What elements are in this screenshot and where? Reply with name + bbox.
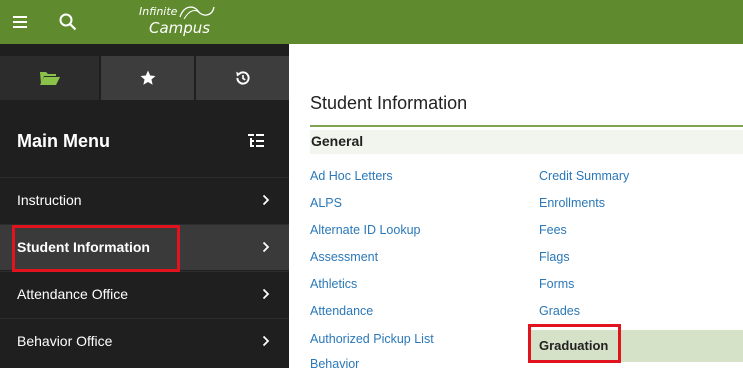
graduation-label: Graduation [539, 338, 609, 353]
tab-history[interactable] [196, 56, 289, 100]
chevron-right-icon [262, 288, 270, 300]
list-tree-icon[interactable] [248, 134, 264, 153]
link-forms[interactable]: Forms [539, 277, 574, 291]
link-ad-hoc-letters[interactable]: Ad Hoc Letters [310, 169, 393, 183]
sidebar-item-student-information[interactable]: Student Information [0, 224, 289, 270]
sidebar-item-label: Behavior Office [17, 333, 113, 349]
top-bar: Infinite Campus [0, 0, 743, 44]
link-graduation[interactable]: Graduation [528, 330, 743, 362]
search-icon [59, 13, 77, 31]
link-assessment[interactable]: Assessment [310, 250, 378, 264]
tab-main-menu[interactable] [0, 56, 99, 100]
logo-text-campus: Campus [149, 19, 211, 37]
link-behavior[interactable]: Behavior [310, 357, 359, 368]
link-credit-summary[interactable]: Credit Summary [539, 169, 629, 183]
link-authorized-pickup-list[interactable]: Authorized Pickup List [310, 332, 434, 346]
sidebar-tabs [0, 56, 289, 100]
chevron-right-icon [262, 335, 270, 347]
sidebar-item-label: Student Information [17, 239, 150, 255]
link-fees[interactable]: Fees [539, 223, 567, 237]
search-button[interactable] [48, 0, 88, 44]
title-divider [310, 125, 743, 127]
sidebar-item-behavior-office[interactable]: Behavior Office [0, 318, 289, 364]
sidebar-item-label: Attendance Office [17, 286, 129, 302]
hamburger-icon [13, 16, 27, 28]
tab-favorites[interactable] [101, 56, 194, 100]
section-header-general: General [310, 130, 743, 154]
star-icon [140, 70, 155, 85]
infinite-campus-logo[interactable]: Infinite Campus [130, 1, 230, 45]
sidebar-item-attendance-office[interactable]: Attendance Office [0, 271, 289, 317]
page-title: Student Information [310, 93, 468, 113]
main-menu-title: Main Menu [17, 131, 110, 151]
sidebar: Main Menu Instruction Student Informatio… [0, 44, 289, 368]
link-attendance[interactable]: Attendance [310, 304, 373, 318]
chevron-right-icon [262, 241, 270, 253]
link-grades[interactable]: Grades [539, 304, 580, 318]
chevron-right-icon [262, 194, 270, 206]
section-title: General [311, 133, 364, 149]
sidebar-item-instruction[interactable]: Instruction [0, 177, 289, 223]
link-alps[interactable]: ALPS [310, 196, 342, 210]
logo-text-infinite: Infinite [139, 5, 178, 18]
history-icon [235, 71, 250, 85]
link-flags[interactable]: Flags [539, 250, 570, 264]
link-enrollments[interactable]: Enrollments [539, 196, 605, 210]
main-menu-header: Main Menu [0, 115, 289, 167]
sidebar-item-label: Instruction [17, 192, 82, 208]
menu-button[interactable] [0, 0, 40, 44]
link-alternate-id-lookup[interactable]: Alternate ID Lookup [310, 223, 421, 237]
link-athletics[interactable]: Athletics [310, 277, 357, 291]
folder-open-icon [39, 72, 60, 85]
